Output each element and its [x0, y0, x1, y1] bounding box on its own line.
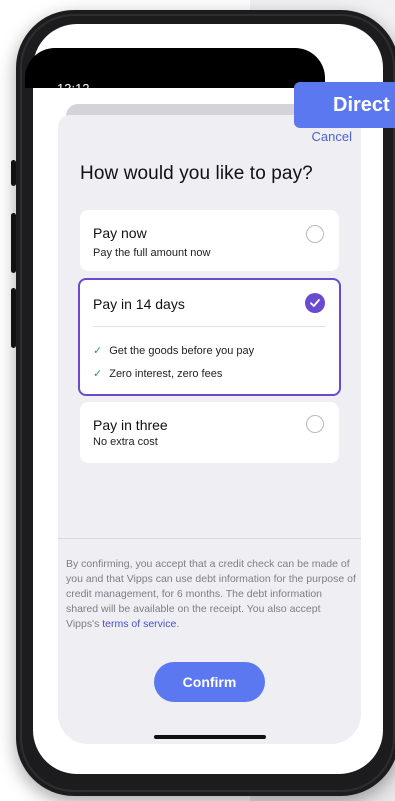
option-title: Pay now — [93, 225, 147, 241]
section-divider — [58, 538, 361, 539]
volume-up-button — [11, 213, 16, 273]
checkmark-icon — [310, 299, 320, 307]
check-icon: ✓ — [93, 345, 103, 357]
option-title: Pay in 14 days — [93, 296, 185, 312]
check-icon: ✓ — [93, 368, 103, 380]
mute-switch — [11, 160, 16, 186]
cancel-button[interactable]: Cancel — [312, 129, 352, 144]
option-pay-in-three[interactable]: Pay in three No extra cost — [80, 402, 339, 463]
status-time: 13:12 — [57, 81, 90, 96]
option-title: Pay in three — [93, 417, 168, 433]
home-indicator — [154, 735, 266, 739]
radio-checked-icon[interactable] — [305, 293, 325, 313]
terms-of-service-link[interactable]: terms of service — [102, 618, 176, 630]
volume-down-button — [11, 288, 16, 348]
benefit-text: Zero interest, zero fees — [109, 368, 223, 380]
radio-unchecked-icon[interactable] — [306, 225, 324, 243]
option-subtitle: No extra cost — [93, 436, 158, 448]
benefit-item: ✓ Zero interest, zero fees — [93, 367, 222, 380]
benefit-item: ✓ Get the goods before you pay — [93, 344, 254, 357]
confirm-button[interactable]: Confirm — [154, 662, 265, 702]
benefit-text: Get the goods before you pay — [109, 345, 255, 357]
option-divider — [93, 326, 326, 327]
option-pay-now[interactable]: Pay now Pay the full amount now — [80, 210, 339, 271]
radio-unchecked-icon[interactable] — [306, 415, 324, 433]
option-subtitle: Pay the full amount now — [93, 247, 211, 259]
option-pay-in-14-days[interactable]: Pay in 14 days ✓ Get the goods before you… — [78, 278, 341, 396]
direct-banner: Direct — [294, 82, 395, 128]
legal-text: By confirming, you accept that a credit … — [66, 557, 356, 632]
legal-end: . — [176, 618, 180, 630]
page-title: How would you like to pay? — [80, 163, 313, 184]
